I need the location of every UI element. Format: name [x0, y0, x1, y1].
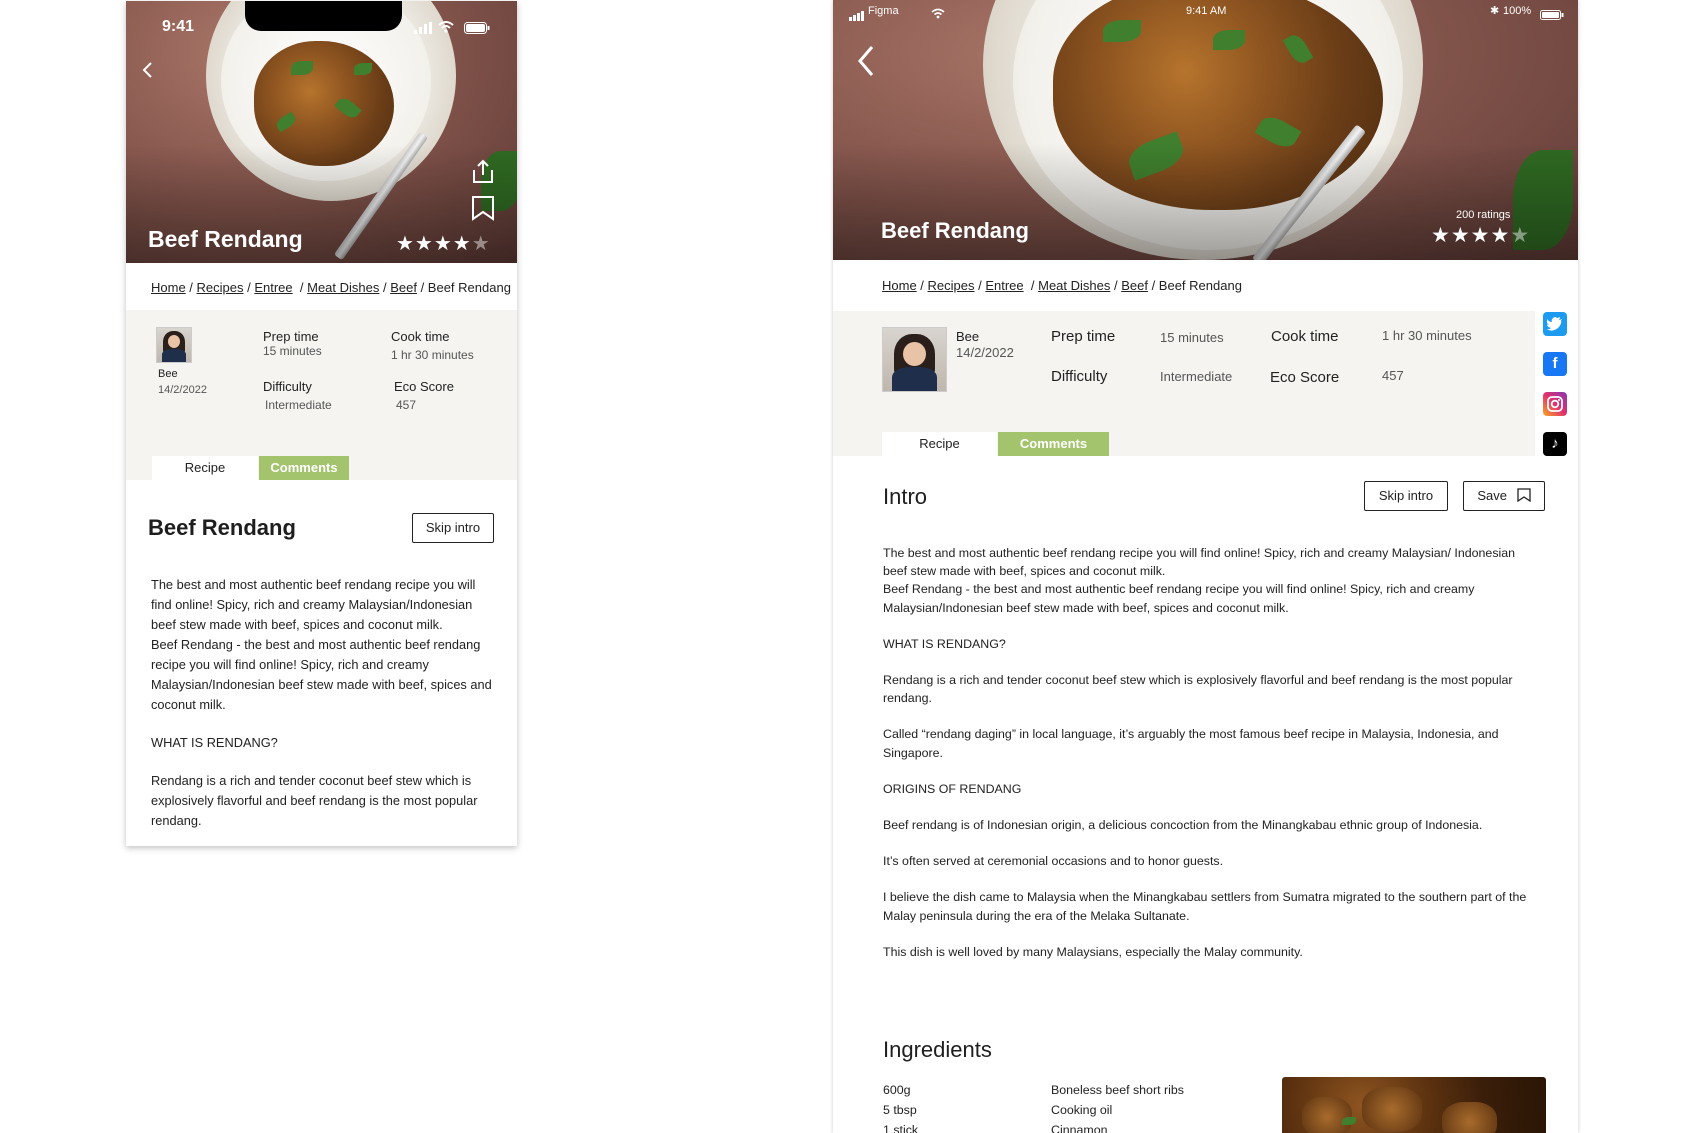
twitter-icon[interactable]: [1543, 312, 1567, 336]
prep-time-label: Prep time: [1051, 328, 1116, 345]
intro-text: The best and most authentic beef rendang…: [151, 577, 492, 828]
breadcrumb-meat-dishes[interactable]: Meat Dishes: [307, 280, 379, 295]
breadcrumb-recipes[interactable]: Recipes: [928, 278, 975, 293]
info-panel: Bee 14/2/2022 Prep time 15 minutes Cook …: [833, 311, 1535, 456]
breadcrumb: Home / Recipes / Entree / Meat Dishes / …: [151, 280, 511, 295]
signal-icon: [849, 8, 865, 26]
tiktok-icon[interactable]: ♪: [1543, 432, 1567, 456]
hero-title: Beef Rendang: [148, 226, 303, 252]
intro-text: The best and most authentic beef rendang…: [883, 546, 1527, 959]
ingredient-name: Boneless beef short ribs: [1051, 1083, 1184, 1097]
share-icon[interactable]: [470, 158, 496, 189]
cook-time-value: 1 hr 30 minutes: [391, 348, 474, 362]
author-name: Bee: [158, 368, 178, 380]
rating-stars: ★★★★★: [396, 233, 491, 255]
prep-time-value: 15 minutes: [263, 344, 322, 358]
ingredient-image: [1282, 1077, 1546, 1133]
notch: [245, 1, 402, 31]
breadcrumb-current: Beef Rendang: [427, 280, 511, 295]
battery-icon: [1540, 7, 1564, 25]
tab-comments[interactable]: Comments: [998, 432, 1109, 456]
breadcrumb: Home / Recipes / Entree / Meat Dishes / …: [882, 278, 1242, 293]
difficulty-label: Difficulty: [1051, 368, 1108, 385]
breadcrumb-beef[interactable]: Beef: [1121, 278, 1148, 293]
cook-time-value: 1 hr 30 minutes: [1382, 328, 1472, 343]
ingredient-name: Cooking oil: [1051, 1103, 1113, 1117]
ingredient-qty-list: 600g 5 tbsp 1 stick: [883, 1080, 918, 1133]
ingredient-qty: 5 tbsp: [883, 1103, 917, 1117]
back-icon[interactable]: [857, 45, 875, 82]
phone-frame: 9:41 Beef Rendang ★★★★★ Home / Recipes /…: [126, 1, 517, 846]
breadcrumb-entree[interactable]: Entree: [254, 280, 292, 295]
status-time: 9:41 AM: [1186, 5, 1227, 17]
bookmark-icon[interactable]: [471, 195, 495, 226]
wifi-icon: [931, 6, 945, 24]
tablet-frame: Figma 9:41 AM ✱ 100% Beef Rendang 200 ra…: [833, 0, 1578, 1133]
cook-time-label: Cook time: [1271, 328, 1339, 345]
status-carrier: Figma: [868, 5, 899, 17]
author-date: 14/2/2022: [956, 345, 1014, 360]
difficulty-value: Intermediate: [1160, 369, 1233, 384]
save-button[interactable]: Save: [1463, 481, 1545, 511]
prep-time-label: Prep time: [263, 329, 319, 344]
author-name: Bee: [956, 329, 980, 344]
breadcrumb-home[interactable]: Home: [151, 280, 186, 295]
breadcrumb-recipes[interactable]: Recipes: [197, 280, 244, 295]
author-date: 14/2/2022: [158, 384, 207, 396]
back-icon[interactable]: [141, 61, 153, 84]
eco-score-label: Eco Score: [394, 379, 454, 394]
eco-score-label: Eco Score: [1270, 369, 1340, 386]
intro-heading: Intro: [883, 484, 928, 509]
avatar: [156, 327, 192, 363]
breadcrumb-home[interactable]: Home: [882, 278, 917, 293]
breadcrumb-current: Beef Rendang: [1158, 278, 1242, 293]
skip-intro-button[interactable]: Skip intro: [1364, 481, 1448, 511]
eco-score-value: 457: [396, 398, 417, 412]
tab-comments[interactable]: Comments: [259, 456, 349, 480]
cook-time-label: Cook time: [391, 329, 450, 344]
hero-title: Beef Rendang: [881, 218, 1029, 243]
breadcrumb-beef[interactable]: Beef: [390, 280, 417, 295]
battery-percent: 100%: [1503, 5, 1532, 17]
hero-image: 9:41 Beef Rendang ★★★★★: [126, 1, 517, 263]
facebook-icon[interactable]: f: [1543, 352, 1567, 376]
status-time: 9:41: [162, 18, 195, 35]
tab-recipe[interactable]: Recipe: [152, 456, 258, 480]
difficulty-label: Difficulty: [263, 379, 312, 394]
battery-icon: [464, 21, 490, 39]
prep-time-value: 15 minutes: [1160, 330, 1224, 345]
save-label: Save: [1477, 488, 1507, 503]
rating-stars: ★★★★★: [1431, 224, 1531, 247]
ingredients-heading: Ingredients: [883, 1037, 992, 1062]
eco-score-value: 457: [1382, 368, 1404, 383]
bluetooth-icon: ✱: [1490, 5, 1500, 17]
ingredient-name-list: Boneless beef short ribs Cooking oil Cin…: [1051, 1080, 1184, 1133]
ingredient-qty: 1 stick: [883, 1123, 919, 1133]
breadcrumb-entree[interactable]: Entree: [985, 278, 1023, 293]
signal-icon: [414, 21, 432, 39]
ingredient-qty: 600g: [883, 1083, 911, 1097]
tab-recipe[interactable]: Recipe: [882, 432, 997, 456]
info-panel: Bee 14/2/2022 Prep time 15 minutes Cook …: [126, 310, 517, 480]
skip-intro-button[interactable]: Skip intro: [412, 513, 494, 543]
hero-image: Figma 9:41 AM ✱ 100% Beef Rendang 200 ra…: [833, 0, 1578, 260]
recipe-title: Beef Rendang: [148, 515, 296, 540]
avatar: [882, 327, 947, 392]
breadcrumb-meat-dishes[interactable]: Meat Dishes: [1038, 278, 1110, 293]
instagram-icon[interactable]: [1543, 392, 1567, 416]
ingredient-name: Cinnamon: [1051, 1123, 1108, 1133]
wifi-icon: [438, 20, 454, 38]
ratings-count: 200 ratings: [1456, 209, 1511, 221]
bookmark-icon: [1516, 488, 1531, 503]
difficulty-value: Intermediate: [265, 398, 332, 412]
